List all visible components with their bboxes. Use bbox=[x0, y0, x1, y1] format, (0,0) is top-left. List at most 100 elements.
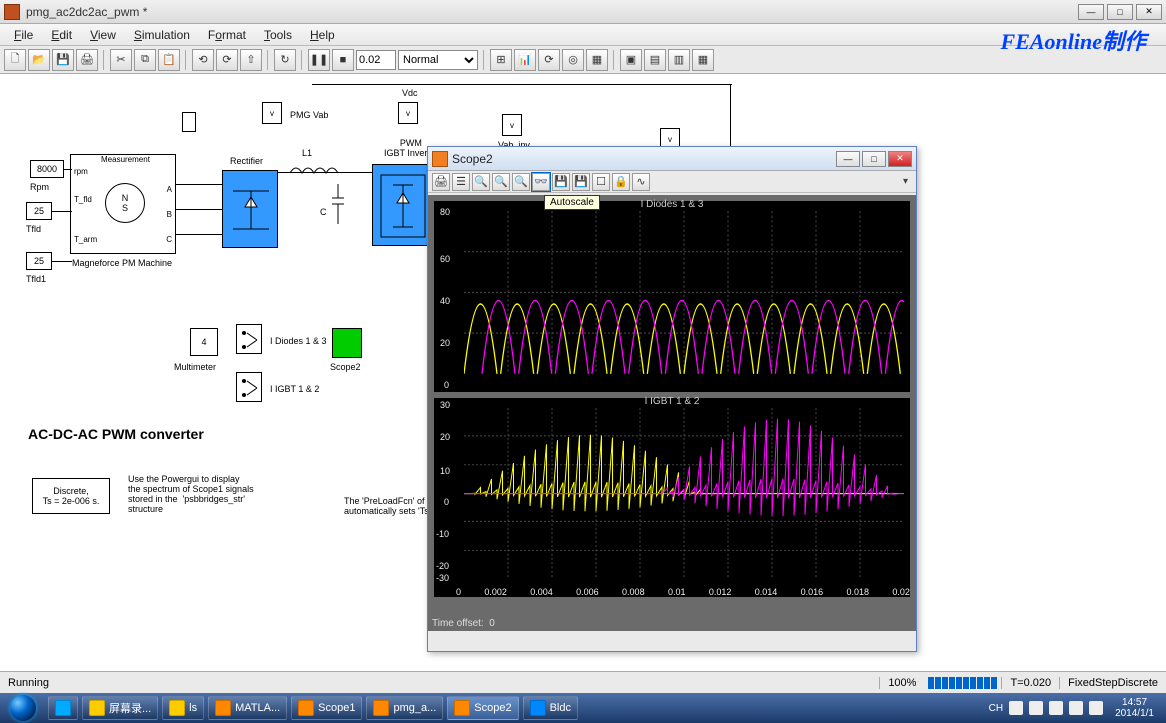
tb-icon-5[interactable]: ▦ bbox=[586, 49, 608, 71]
taskbar-item-1[interactable]: ls bbox=[162, 696, 204, 720]
max-button[interactable]: □ bbox=[1107, 4, 1133, 20]
redo-icon[interactable]: ⟳ bbox=[216, 49, 238, 71]
scope-icon bbox=[454, 700, 470, 716]
stoptime-input[interactable] bbox=[356, 50, 396, 70]
scope-zoomin-icon[interactable]: 🔍 bbox=[472, 173, 490, 191]
simulink-icon bbox=[4, 4, 20, 20]
toolbar: 🗋 📂 💾 🖨 ✂ ⧉ 📋 ⟲ ⟳ ⇧ ↻ ❚❚ ■ Normal ⊞ 📊 ⟳ … bbox=[0, 46, 1166, 74]
terminator[interactable] bbox=[182, 112, 196, 132]
scope-zoomy-icon[interactable]: 🔍 bbox=[512, 173, 530, 191]
scope-float-icon[interactable]: ☐ bbox=[592, 173, 610, 191]
tray-icon[interactable] bbox=[1089, 701, 1103, 715]
powergui-block[interactable]: Discrete, Ts = 2e-006 s. bbox=[32, 478, 110, 514]
folder-icon bbox=[169, 700, 185, 716]
tb-icon-6[interactable]: ▣ bbox=[620, 49, 642, 71]
taskbar: 屏幕录... ls MATLA... Scope1 pmg_a... Scope… bbox=[0, 693, 1166, 723]
selector2[interactable] bbox=[236, 372, 262, 402]
matlab-icon bbox=[215, 700, 231, 716]
scope-autoscale-icon[interactable]: 👓 bbox=[532, 173, 550, 191]
scope-signal-icon[interactable]: ∿ bbox=[632, 173, 650, 191]
tray-icon[interactable] bbox=[1049, 701, 1063, 715]
taskbar-item-2[interactable]: MATLA... bbox=[208, 696, 287, 720]
tray-icon[interactable] bbox=[1069, 701, 1083, 715]
menu-format[interactable]: Format bbox=[200, 26, 254, 44]
selector1[interactable] bbox=[236, 324, 262, 354]
scope-zoomx-icon[interactable]: 🔍 bbox=[492, 173, 510, 191]
taskbar-item-0[interactable]: 屏幕录... bbox=[82, 696, 158, 720]
pm-machine-block[interactable]: rpm T_fld T_arm A B C Measurement N S bbox=[70, 154, 176, 254]
scope-restore-icon[interactable]: 💾 bbox=[572, 173, 590, 191]
inverter-block[interactable] bbox=[372, 164, 432, 246]
copy-icon[interactable]: ⧉ bbox=[134, 49, 156, 71]
save-icon[interactable]: 💾 bbox=[52, 49, 74, 71]
scope-icon bbox=[298, 700, 314, 716]
scope-window[interactable]: Scope2 — □ ✕ 🖨 ☰ 🔍 🔍 🔍 👓 💾 💾 ☐ 🔒 ∿ ▾ Aut… bbox=[427, 146, 917, 652]
status-T: T=0.020 bbox=[1001, 677, 1060, 689]
paste-icon[interactable]: 📋 bbox=[158, 49, 180, 71]
scope-close-button[interactable]: ✕ bbox=[888, 151, 912, 167]
const-rpm[interactable]: 8000 bbox=[30, 160, 64, 178]
multimeter-block[interactable]: 4 bbox=[190, 328, 218, 356]
pmgvab-block[interactable]: v bbox=[262, 102, 282, 124]
menu-edit[interactable]: Edit bbox=[43, 26, 80, 44]
new-icon[interactable]: 🗋 bbox=[4, 49, 26, 71]
const-tfld[interactable]: 25 bbox=[26, 202, 52, 220]
scope-params-icon[interactable]: ☰ bbox=[452, 173, 470, 191]
taskbar-ie[interactable] bbox=[48, 696, 78, 720]
menu-view[interactable]: View bbox=[82, 26, 124, 44]
undo-icon[interactable]: ⟲ bbox=[192, 49, 214, 71]
menubar: File Edit View Simulation Format Tools H… bbox=[0, 24, 1166, 46]
tray-icon[interactable] bbox=[1029, 701, 1043, 715]
min-button[interactable]: — bbox=[1078, 4, 1104, 20]
scope-print-icon[interactable]: 🖨 bbox=[432, 173, 450, 191]
status-left: Running bbox=[0, 677, 879, 689]
taskbar-item-3[interactable]: Scope1 bbox=[291, 696, 362, 720]
vdc-block[interactable]: v bbox=[398, 102, 418, 124]
tb-icon-1[interactable]: ⊞ bbox=[490, 49, 512, 71]
menu-tools[interactable]: Tools bbox=[256, 26, 300, 44]
start-button[interactable] bbox=[0, 693, 46, 723]
vabinv-block[interactable]: v bbox=[502, 114, 522, 136]
watermark: FEAonline制作 bbox=[1001, 24, 1146, 56]
scope-plotarea: I Diodes 1 & 3 80 60 40 20 0 I IGBT 1 & … bbox=[428, 195, 916, 631]
plot1-svg bbox=[464, 211, 904, 374]
pause-icon[interactable]: ❚❚ bbox=[308, 49, 330, 71]
rectifier-block[interactable] bbox=[222, 170, 278, 248]
tb-icon-9[interactable]: ▦ bbox=[692, 49, 714, 71]
model-title: AC-DC-AC PWM converter bbox=[28, 426, 204, 442]
tb-icon-2[interactable]: 📊 bbox=[514, 49, 536, 71]
taskbar-item-6[interactable]: Bldc bbox=[523, 696, 578, 720]
label-idiodes: I Diodes 1 & 3 bbox=[270, 336, 327, 346]
scope-menu-chevron-icon[interactable]: ▾ bbox=[903, 176, 912, 187]
simmode-select[interactable]: Normal bbox=[398, 50, 478, 70]
scope-min-button[interactable]: — bbox=[836, 151, 860, 167]
tb-icon-7[interactable]: ▤ bbox=[644, 49, 666, 71]
scope2-block[interactable] bbox=[332, 328, 362, 358]
clock[interactable]: 14:572014/1/1 bbox=[1109, 697, 1160, 719]
tb-icon-4[interactable]: ◎ bbox=[562, 49, 584, 71]
stop-icon[interactable]: ■ bbox=[332, 49, 354, 71]
label-rectifier: Rectifier bbox=[230, 156, 263, 166]
refresh-icon[interactable]: ↻ bbox=[274, 49, 296, 71]
taskbar-item-5[interactable]: Scope2 bbox=[447, 696, 518, 720]
menu-file[interactable]: File bbox=[6, 26, 41, 44]
lang-indicator[interactable]: CH bbox=[989, 703, 1003, 714]
tray-icon[interactable] bbox=[1009, 701, 1023, 715]
tb-icon-3[interactable]: ⟳ bbox=[538, 49, 560, 71]
taskbar-item-4[interactable]: pmg_a... bbox=[366, 696, 443, 720]
menu-simulation[interactable]: Simulation bbox=[126, 26, 198, 44]
progress-bar bbox=[924, 677, 1001, 689]
tb-icon-8[interactable]: ▥ bbox=[668, 49, 690, 71]
label-scope2: Scope2 bbox=[330, 362, 361, 372]
scope-save-icon[interactable]: 💾 bbox=[552, 173, 570, 191]
print-icon[interactable]: 🖨 bbox=[76, 49, 98, 71]
scope-max-button[interactable]: □ bbox=[862, 151, 886, 167]
scope-titlebar[interactable]: Scope2 — □ ✕ bbox=[428, 147, 916, 171]
cut-icon[interactable]: ✂ bbox=[110, 49, 132, 71]
const-tfld1[interactable]: 25 bbox=[26, 252, 52, 270]
menu-help[interactable]: Help bbox=[302, 26, 343, 44]
open-icon[interactable]: 📂 bbox=[28, 49, 50, 71]
up-icon[interactable]: ⇧ bbox=[240, 49, 262, 71]
scope-lock-icon[interactable]: 🔒 bbox=[612, 173, 630, 191]
close-button[interactable]: ✕ bbox=[1136, 4, 1162, 20]
